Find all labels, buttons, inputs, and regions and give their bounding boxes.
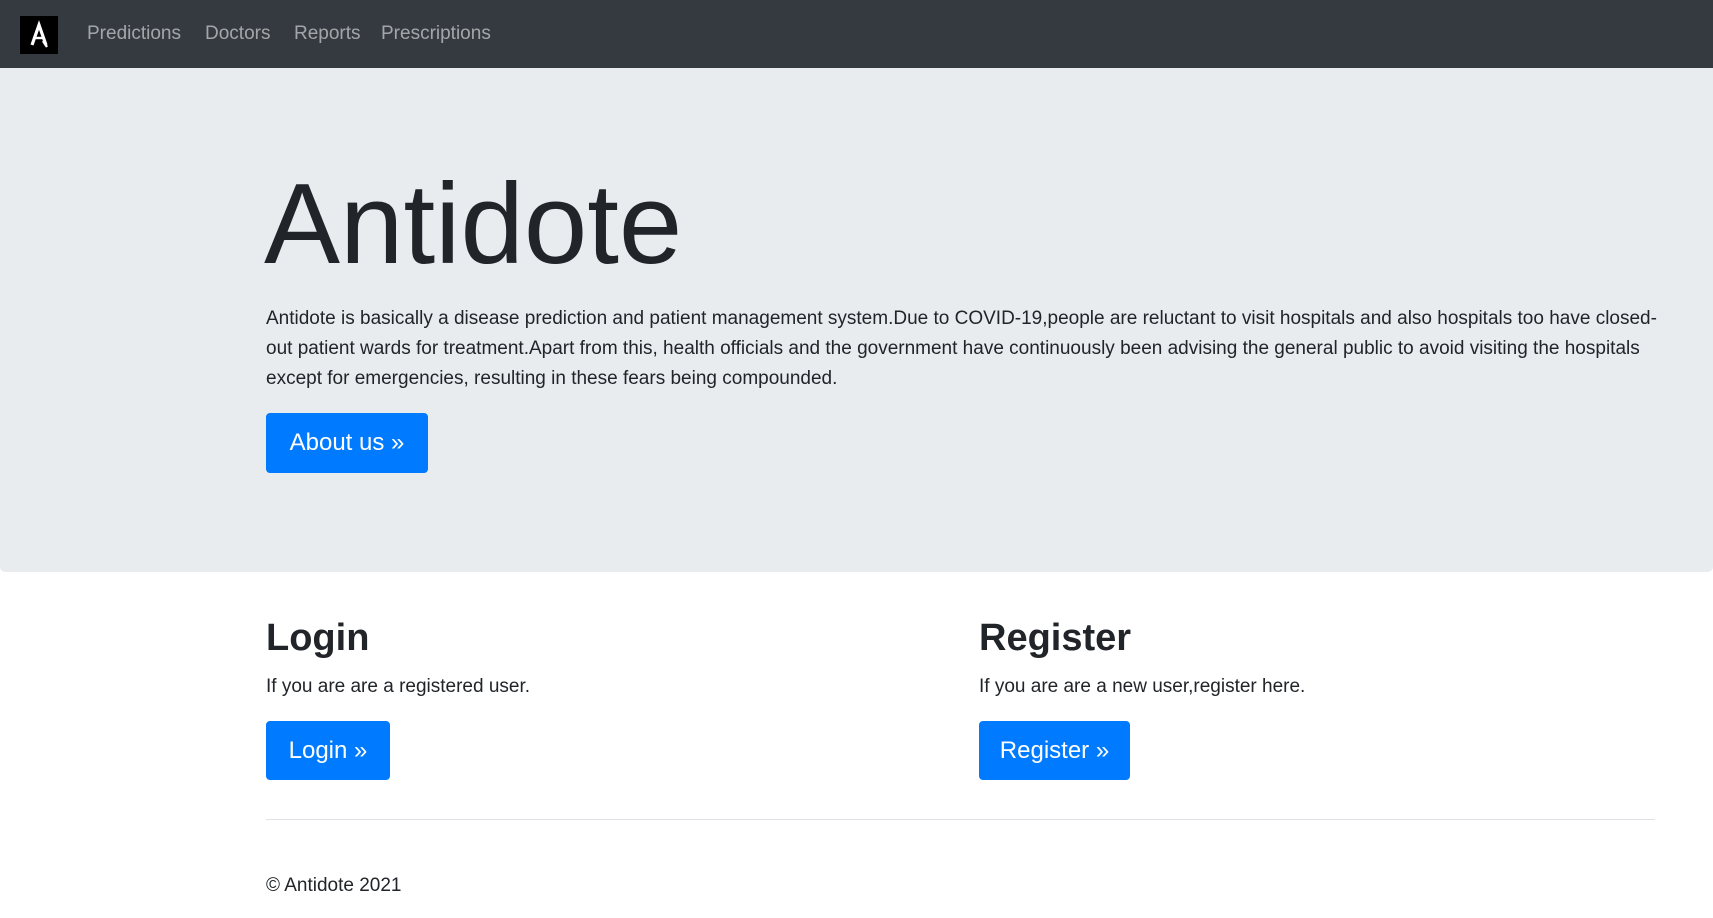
nav-link-reports[interactable]: Reports xyxy=(294,0,361,68)
login-button[interactable]: Login » xyxy=(266,721,390,780)
antidote-logo-icon[interactable] xyxy=(20,16,58,54)
nav-link-predictions[interactable]: Predictions xyxy=(87,0,181,68)
register-heading: Register xyxy=(979,617,1132,659)
login-description: If you are are a registered user. xyxy=(266,676,531,697)
register-button[interactable]: Register » xyxy=(979,721,1130,780)
login-heading: Login xyxy=(266,617,370,659)
hero-description: Antidote is basically a disease predicti… xyxy=(266,308,1657,389)
hero-section: Antidote Antidote is basically a disease… xyxy=(0,68,1713,572)
hero-title: Antidote xyxy=(264,161,683,288)
footer-copyright: © Antidote 2021 xyxy=(266,875,402,896)
nav-link-doctors[interactable]: Doctors xyxy=(205,0,270,68)
footer-divider xyxy=(266,819,1655,820)
nav-link-prescriptions[interactable]: Prescriptions xyxy=(381,0,491,68)
register-description: If you are are a new user,register here. xyxy=(979,676,1306,697)
about-us-button[interactable]: About us » xyxy=(266,413,428,473)
top-navbar: Predictions Doctors Reports Prescription… xyxy=(0,0,1713,68)
